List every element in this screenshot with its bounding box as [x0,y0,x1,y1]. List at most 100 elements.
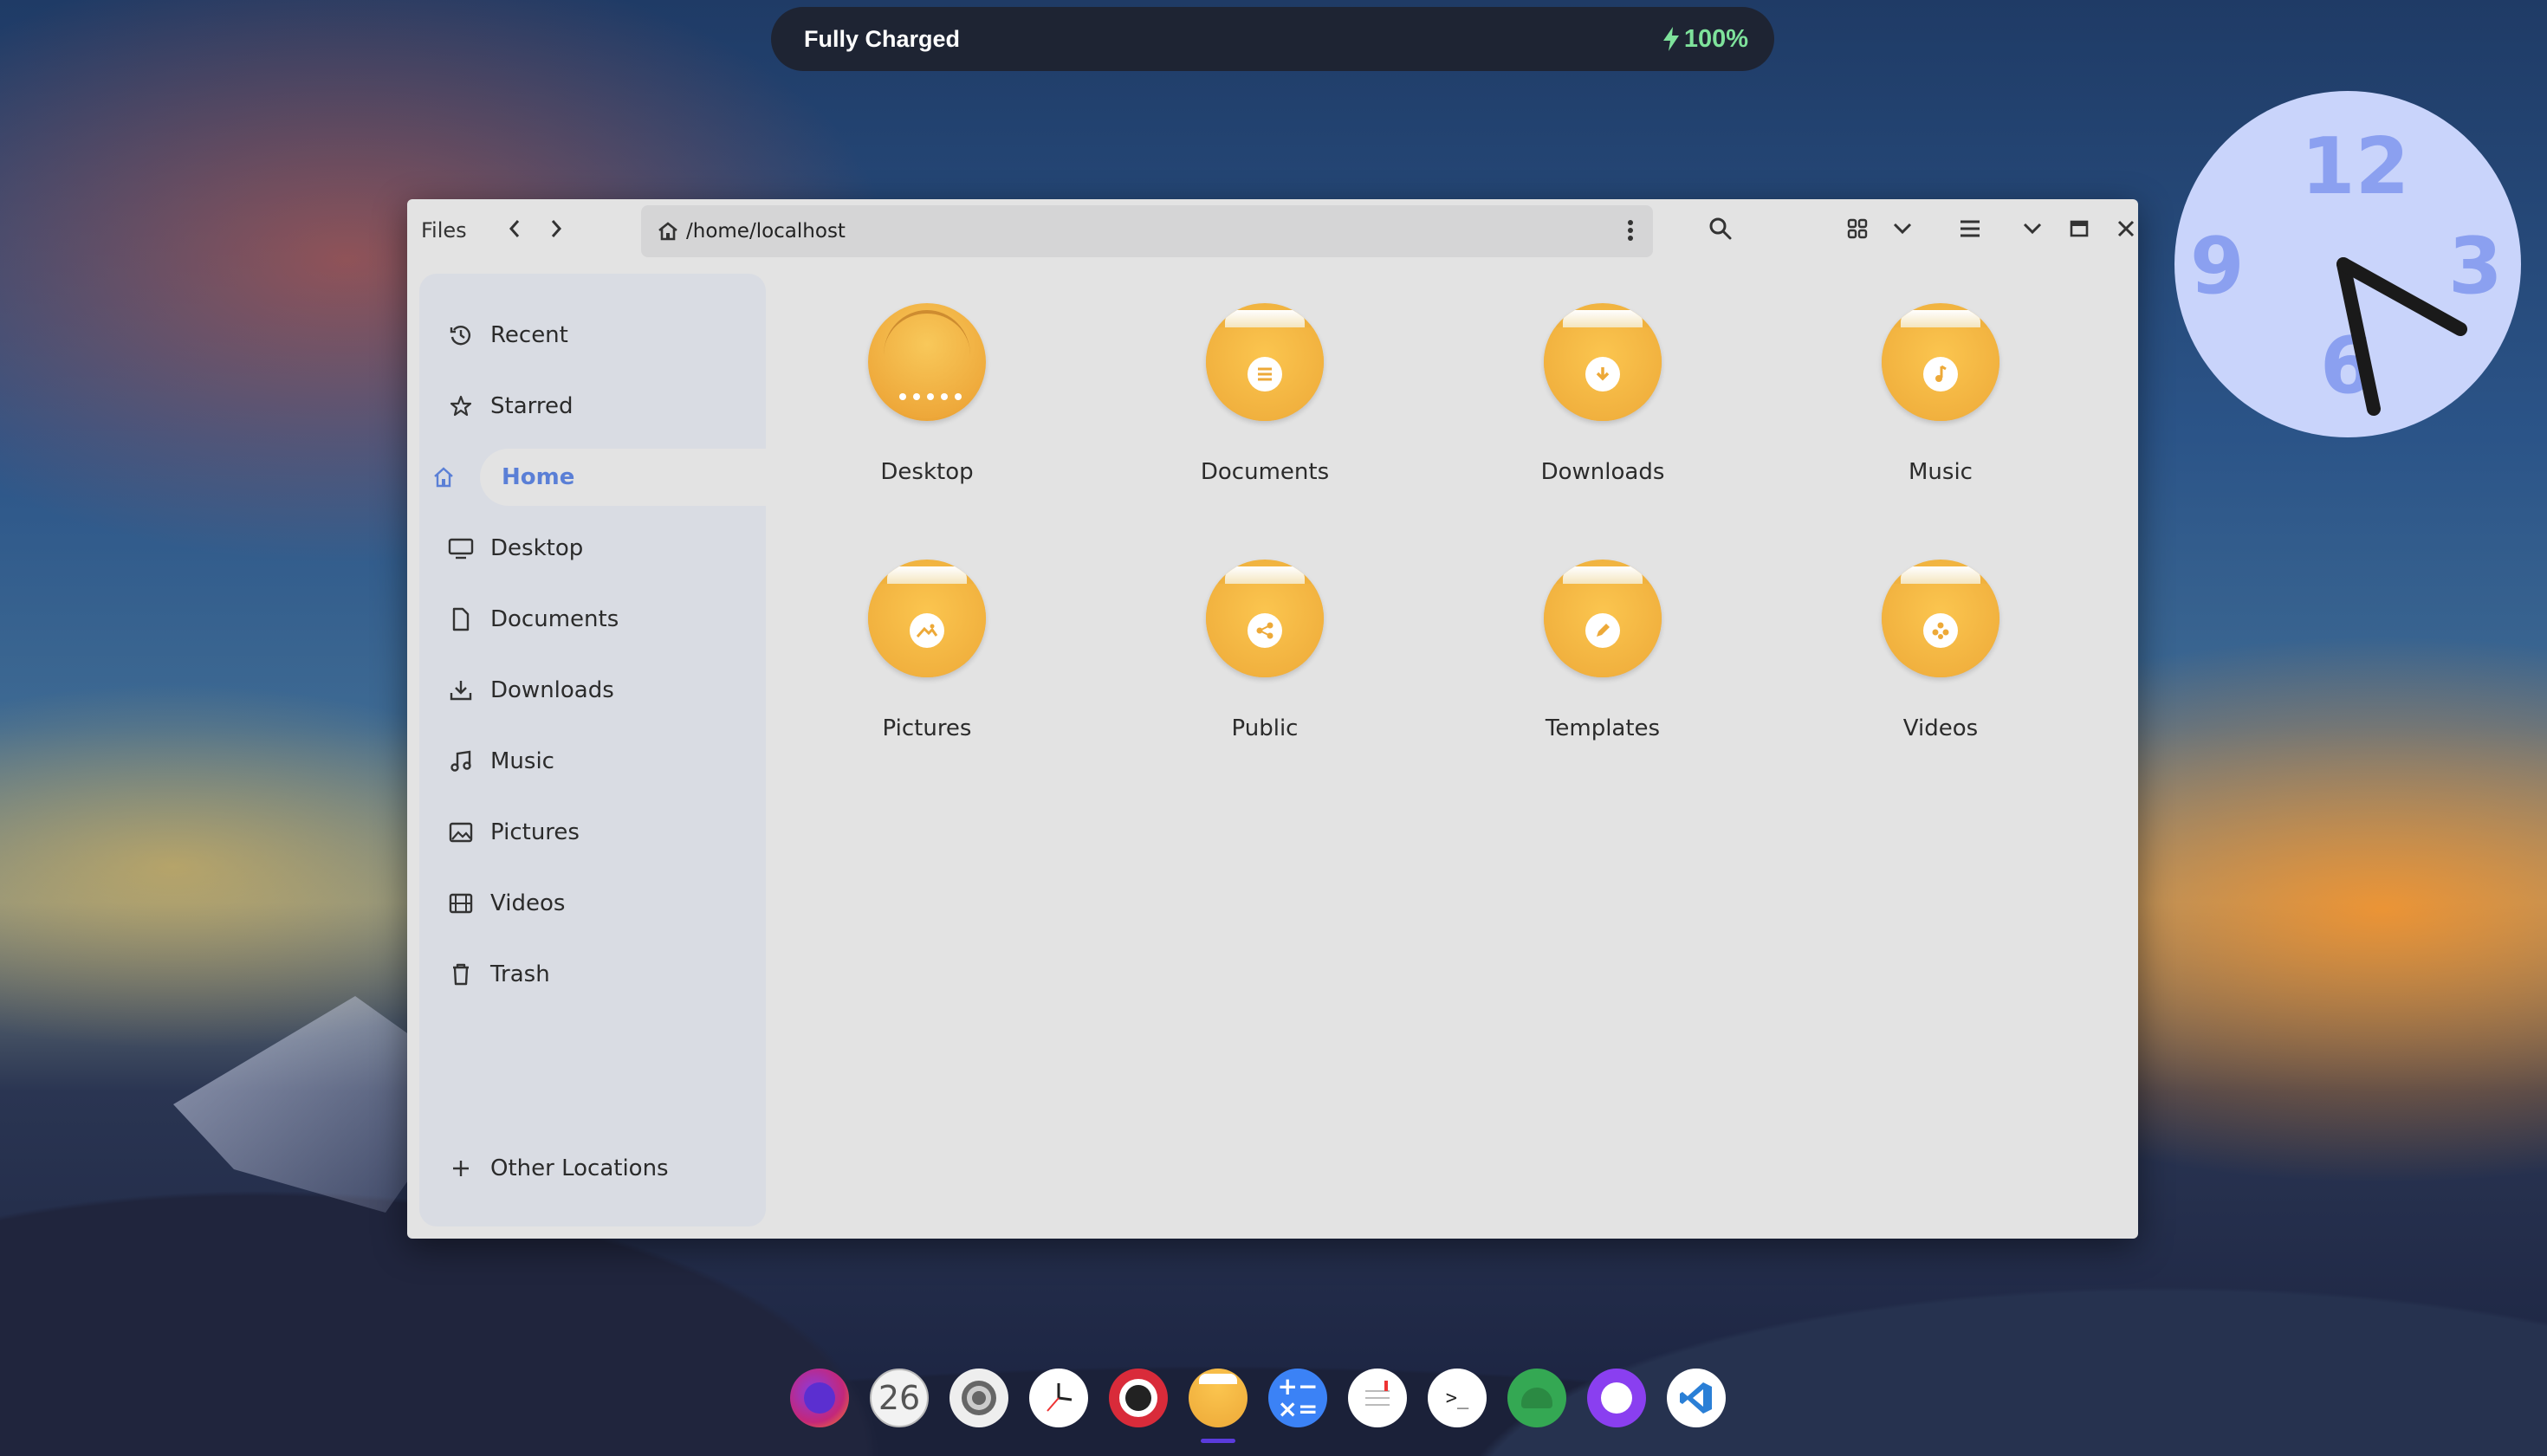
public-folder-icon [1206,560,1324,677]
sidebar-item-starred[interactable]: Starred [419,378,766,435]
sidebar-item-trash[interactable]: Trash [419,946,766,1003]
maximize-button[interactable] [2058,208,2100,249]
videos-folder-icon [1882,560,1999,677]
folder-label: Public [1231,715,1299,741]
firefox-icon[interactable] [790,1369,849,1427]
battery-notification: Fully Charged 100% [771,7,1774,71]
desktop-folder-icon [868,303,986,421]
close-button[interactable] [2105,208,2138,249]
sidebar-item-home[interactable]: Home [434,449,766,506]
chevron-right-icon [551,220,562,237]
location-bar[interactable]: /home/localhost [641,205,1653,257]
folder-label: Documents [1200,459,1330,485]
folder-item-downloads[interactable]: Downloads [1473,303,1733,528]
folder-item-templates[interactable]: Templates [1473,560,1733,785]
settings-icon[interactable] [949,1369,1008,1427]
folder-item-videos[interactable]: Videos [1811,560,2071,785]
minimize-button[interactable] [2012,208,2053,249]
lightning-icon [1662,27,1679,51]
view-options-button[interactable] [1882,208,1923,249]
android-icon[interactable] [1507,1369,1566,1427]
download-icon [445,675,476,706]
text-editor-icon[interactable] [1348,1369,1407,1427]
battery-percent: 100% [1683,24,1748,53]
folder-label: Downloads [1540,459,1665,485]
sidebar-item-label: Recent [490,322,568,348]
sidebar: Recent Starred Home Desktop Documents Do… [419,274,766,1226]
chevron-down-icon [1893,223,1912,235]
camera-icon[interactable] [1109,1369,1168,1427]
search-button[interactable] [1700,208,1741,249]
image-icon [445,817,476,848]
star-icon [445,391,476,422]
close-icon [2117,220,2135,237]
folder-item-public[interactable]: Public [1135,560,1395,785]
music-note-icon [445,746,476,777]
sidebar-item-label: Other Locations [490,1155,669,1181]
folder-item-music[interactable]: Music [1811,303,2071,528]
headerbar: Files /home/localhost [407,199,2138,258]
sidebar-item-label: Downloads [490,677,614,703]
sidebar-item-label: Starred [490,393,574,419]
terminal-icon[interactable]: >_ [1428,1369,1487,1427]
chevron-left-icon [509,220,520,237]
sidebar-item-label: Trash [490,961,550,987]
files-icon[interactable] [1189,1369,1248,1443]
sidebar-item-documents[interactable]: Documents [419,591,766,648]
sidebar-item-music[interactable]: Music [419,733,766,790]
sidebar-item-label: Documents [490,606,619,632]
sidebar-item-label: Videos [490,890,566,916]
clocks-icon[interactable] [1029,1369,1088,1427]
sidebar-item-other-locations[interactable]: Other Locations [419,1140,766,1197]
current-path: /home/localhost [686,220,846,243]
sidebar-item-label: Desktop [490,535,584,561]
search-icon [1709,217,1732,240]
clock-hands [2336,257,2467,416]
sidebar-item-downloads[interactable]: Downloads [419,662,766,719]
calendar-day: 26 [878,1379,921,1417]
clock-history-icon [445,320,476,351]
folder-item-pictures[interactable]: Pictures [797,560,1057,785]
folder-item-documents[interactable]: Documents [1135,303,1395,528]
sidebar-item-desktop[interactable]: Desktop [419,520,766,577]
sidebar-item-recent[interactable]: Recent [419,307,766,364]
pictures-folder-icon [868,560,986,677]
app-title: Files [421,218,467,243]
trash-icon [445,959,476,990]
plus-icon [445,1153,476,1184]
folder-item-desktop[interactable]: Desktop [797,303,1057,528]
sidebar-item-label: Music [490,748,554,774]
dock: 26 +− ×= >_ [790,1369,1726,1443]
github-icon[interactable] [1587,1369,1646,1427]
hamburger-menu-icon [1960,220,1980,237]
back-button[interactable] [497,211,532,246]
view-mode-button[interactable] [1837,208,1878,249]
sidebar-item-label: Pictures [490,819,580,845]
sidebar-item-videos[interactable]: Videos [419,875,766,932]
folder-label: Templates [1545,715,1661,741]
home-icon [658,222,677,241]
kebab-menu-icon [1628,220,1633,241]
vscode-icon[interactable] [1667,1369,1726,1427]
folder-label: Music [1909,459,1973,485]
document-icon [445,604,476,635]
film-icon [445,888,476,919]
clock-widget: 12 3 6 9 [2174,91,2521,437]
folder-label: Pictures [882,715,972,741]
calculator-icon[interactable]: +− ×= [1268,1369,1327,1427]
main-menu-button[interactable] [1949,208,1991,249]
files-window: Files /home/localhost Recent Starred Hom… [407,199,2138,1239]
calendar-icon[interactable]: 26 [870,1369,929,1427]
music-folder-icon [1882,303,1999,421]
maximize-icon [2070,220,2089,237]
sidebar-item-label: Home [502,464,575,490]
home-icon [428,462,459,493]
folder-label: Videos [1902,715,1979,741]
path-menu-button[interactable] [1627,217,1634,247]
chevron-down-icon [2023,223,2042,235]
sidebar-item-pictures[interactable]: Pictures [419,804,766,861]
monitor-icon [445,533,476,564]
folder-label: Desktop [880,459,974,485]
forward-button[interactable] [539,211,574,246]
battery-percent-wrap: 100% [1662,24,1748,54]
